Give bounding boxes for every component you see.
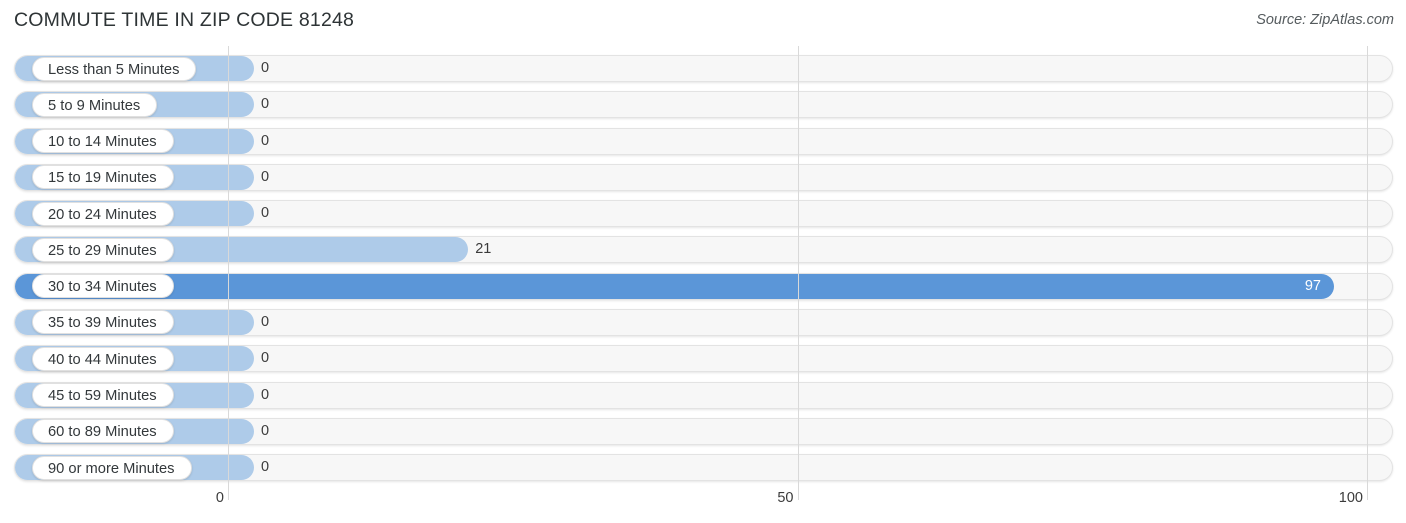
chart-row[interactable]: 45 to 59 Minutes 0 (14, 381, 1393, 409)
axis-tick-label: 50 (777, 490, 794, 506)
bar-value-label: 0 (261, 313, 270, 330)
chart-plot-area: Less than 5 Minutes 0 5 to 9 Minutes 0 10 to… (0, 46, 1406, 486)
x-axis: 0 50 100 (0, 486, 1406, 523)
category-label: 15 to 19 Minutes (32, 165, 174, 190)
chart-row[interactable]: Less than 5 Minutes 0 (14, 55, 1393, 82)
bar-value-label: 0 (261, 168, 270, 185)
bar-fill (15, 273, 1334, 299)
category-label: 30 to 34 Minutes (32, 274, 174, 299)
chart-row[interactable]: 35 to 39 Minutes 0 (14, 308, 1393, 336)
category-label: 20 to 24 Minutes (32, 201, 174, 226)
axis-tick-label: 100 (1338, 490, 1363, 506)
chart-row[interactable]: 40 to 44 Minutes 0 (14, 345, 1393, 373)
chart-row[interactable]: 30 to 34 Minutes 97 (14, 272, 1393, 300)
category-label: Less than 5 Minutes (32, 56, 197, 81)
category-label: 60 to 89 Minutes (32, 419, 174, 444)
category-label: 90 or more Minutes (32, 455, 192, 480)
source-attribution: Source: ZipAtlas.com (1256, 12, 1394, 28)
bar-value-label: 0 (261, 459, 270, 476)
chart-row[interactable]: 5 to 9 Minutes 0 (14, 91, 1393, 119)
axis-tick-mark (797, 486, 799, 500)
bar-value-label: 0 (261, 132, 270, 149)
category-label: 10 to 14 Minutes (32, 129, 174, 154)
category-label: 40 to 44 Minutes (32, 346, 174, 371)
category-label: 5 to 9 Minutes (32, 92, 158, 117)
axis-tick-mark (228, 486, 229, 500)
page-title: COMMUTE TIME IN ZIP CODE 81248 (14, 9, 355, 31)
chart-row[interactable]: 20 to 24 Minutes 0 (14, 200, 1393, 228)
chart-row[interactable]: 90 or more Minutes 0 (14, 454, 1393, 482)
category-label: 25 to 29 Minutes (32, 237, 174, 262)
bar-value-label: 0 (261, 422, 270, 439)
bar-value-label: 0 (261, 386, 270, 403)
chart-row[interactable]: 10 to 14 Minutes 0 (14, 127, 1393, 155)
bar-value-label: 21 (475, 241, 492, 258)
bar-value-label: 0 (261, 96, 270, 113)
axis-tick-label: 0 (215, 490, 224, 506)
chart-row[interactable]: 15 to 19 Minutes 0 (14, 163, 1393, 191)
chart-header: COMMUTE TIME IN ZIP CODE 81248 Source: Z… (0, 0, 1406, 46)
category-label: 35 to 39 Minutes (32, 310, 174, 335)
bar-value-label: 97 (1304, 277, 1321, 294)
bar-value-label: 0 (261, 205, 270, 222)
chart-row[interactable]: 60 to 89 Minutes 0 (14, 417, 1393, 445)
axis-tick-mark (1367, 486, 1368, 500)
chart-row[interactable]: 25 to 29 Minutes 21 (14, 236, 1393, 264)
bar-value-label: 0 (261, 60, 270, 76)
category-label: 45 to 59 Minutes (32, 383, 174, 408)
bar-value-label: 0 (261, 350, 270, 367)
